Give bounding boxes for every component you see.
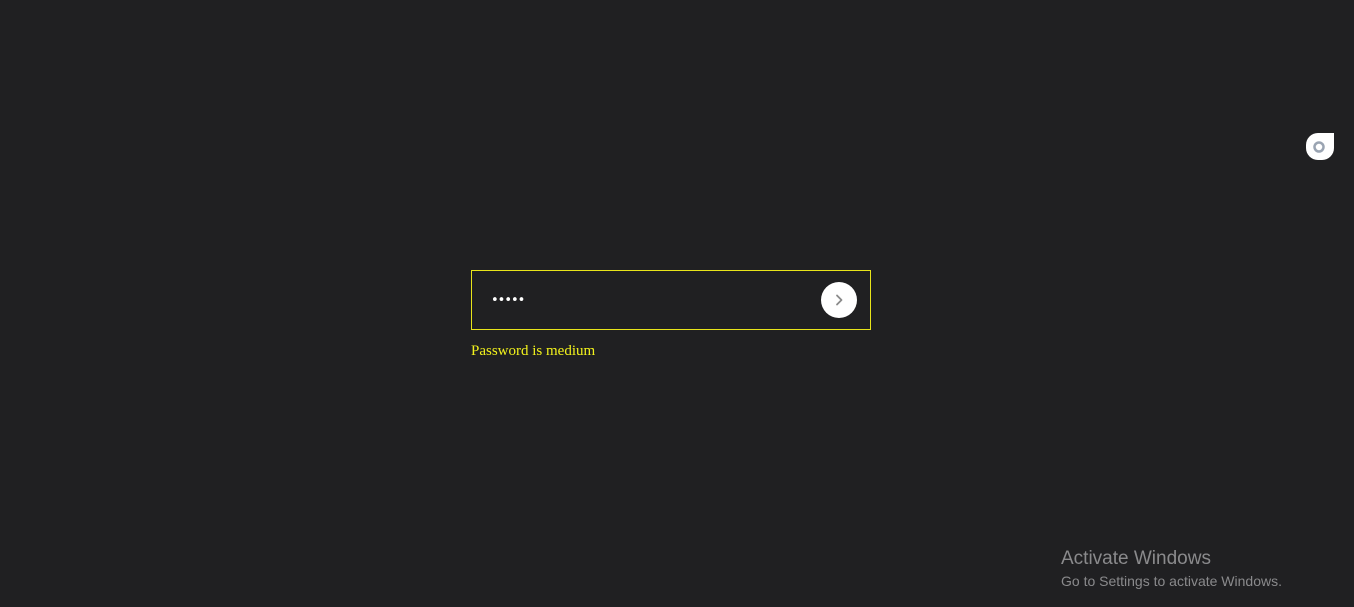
login-page: Password is medium Activate Windows Go t… — [0, 0, 1354, 607]
password-form — [471, 270, 871, 330]
ring-icon — [1313, 140, 1325, 153]
side-widget-button[interactable] — [1306, 133, 1334, 160]
password-input[interactable] — [491, 285, 811, 315]
submit-button[interactable] — [821, 282, 857, 318]
activate-windows-subtitle: Go to Settings to activate Windows. — [1061, 573, 1282, 589]
activate-windows-title: Activate Windows — [1061, 548, 1211, 569]
chevron-right-icon — [836, 294, 843, 306]
password-strength-message: Password is medium — [471, 343, 596, 359]
